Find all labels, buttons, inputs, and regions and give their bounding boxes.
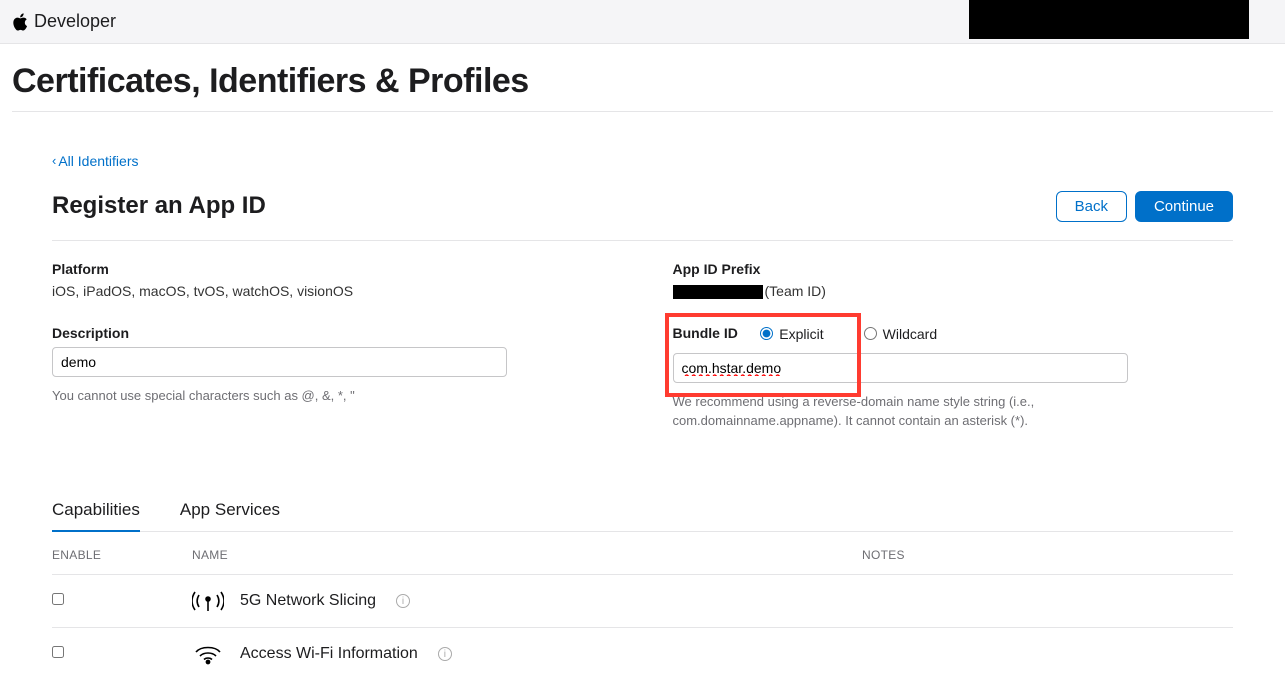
description-label: Description [52, 325, 613, 341]
back-link-text: All Identifiers [58, 153, 138, 169]
tab-app-services[interactable]: App Services [180, 500, 280, 532]
redacted-team-id [673, 285, 763, 299]
developer-home-link[interactable]: Developer [12, 11, 116, 32]
back-button[interactable]: Back [1056, 191, 1127, 222]
info-icon[interactable]: i [396, 594, 410, 608]
description-input[interactable] [52, 347, 507, 377]
bundle-id-explicit-radio[interactable]: Explicit [760, 326, 823, 342]
brand-text: Developer [34, 11, 116, 32]
col-name: NAME [192, 532, 862, 575]
enable-checkbox[interactable] [52, 646, 64, 658]
antenna-icon [192, 587, 224, 615]
app-id-prefix-value: (Team ID) [673, 283, 1234, 299]
register-app-id-heading: Register an App ID [52, 192, 266, 220]
redacted-account-area [969, 0, 1249, 39]
description-help: You cannot use special characters such a… [52, 387, 507, 406]
platform-value: iOS, iPadOS, macOS, tvOS, watchOS, visio… [52, 283, 613, 299]
app-id-prefix-label: App ID Prefix [673, 261, 1234, 277]
bundle-id-wildcard-radio[interactable]: Wildcard [864, 326, 937, 342]
capability-name: Access Wi-Fi Information [240, 645, 418, 663]
capability-row: 5G Network Slicing i [52, 575, 1233, 628]
info-icon[interactable]: i [438, 647, 452, 661]
bundle-id-label: Bundle ID [673, 325, 738, 341]
capability-row: Access Wi-Fi Information i [52, 628, 1233, 680]
continue-button[interactable]: Continue [1135, 191, 1233, 222]
bundle-id-input[interactable] [673, 353, 1128, 383]
page-title: Certificates, Identifiers & Profiles [12, 62, 1273, 112]
back-all-identifiers-link[interactable]: ‹ All Identifiers [52, 153, 139, 169]
chevron-left-icon: ‹ [52, 153, 56, 168]
enable-checkbox[interactable] [52, 593, 64, 605]
tab-capabilities[interactable]: Capabilities [52, 500, 140, 532]
apple-logo-icon [12, 13, 28, 31]
col-enable: ENABLE [52, 532, 192, 575]
col-notes: NOTES [862, 532, 1233, 575]
bundle-id-help: We recommend using a reverse-domain name… [673, 393, 1128, 431]
capability-name: 5G Network Slicing [240, 592, 376, 610]
platform-label: Platform [52, 261, 613, 277]
wifi-icon [192, 640, 224, 668]
